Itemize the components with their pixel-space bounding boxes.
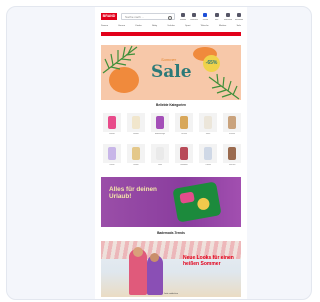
nav-item[interactable]: Wäsche <box>201 25 209 29</box>
search-icon[interactable] <box>167 15 172 20</box>
vacation-banner-text: Alles für deinen Urlaub! <box>109 186 157 201</box>
category-image <box>103 144 121 163</box>
category-image <box>223 144 241 163</box>
cart-label: Warenkorb <box>223 19 232 21</box>
shop-page: BRAND Suche nach ... Filialen Merkzettel… <box>95 7 247 299</box>
category-label: Schuhe <box>228 133 236 135</box>
nav-item[interactable]: Sport <box>185 25 190 29</box>
nav-item[interactable]: Marken <box>219 25 226 29</box>
category-label: Kleider <box>109 133 115 135</box>
category-image <box>151 113 169 132</box>
category-label: Strick <box>205 133 211 135</box>
beachwear-heading: Bademode-Trends <box>157 231 185 235</box>
category-tile[interactable]: Schuhe <box>221 113 241 139</box>
category-label: Taschen <box>228 164 236 166</box>
bag-icon[interactable]: Bestellen <box>235 12 243 24</box>
user-icon[interactable]: Konto <box>201 12 209 24</box>
store-label: Filialen <box>179 19 187 21</box>
palm-leaf-icon <box>208 73 240 100</box>
category-label: Hosen <box>133 164 139 166</box>
bag-label: Bestellen <box>234 19 243 21</box>
category-tile[interactable]: Röcke <box>101 144 121 170</box>
category-image <box>103 113 121 132</box>
search-input[interactable]: Suche nach ... <box>121 13 175 20</box>
category-image <box>151 144 169 163</box>
promo-strip[interactable] <box>101 32 241 36</box>
category-tile[interactable]: Strick <box>197 113 217 139</box>
category-tile[interactable]: Sandalen <box>173 144 193 170</box>
categories-heading: Beliebte Kategorien <box>156 103 186 107</box>
category-tile[interactable]: Kleider <box>101 113 121 139</box>
palm-leaf-icon <box>102 45 138 74</box>
category-tile[interactable]: Blusen <box>125 113 145 139</box>
suitcase-image <box>172 181 222 223</box>
bell-icon[interactable]: Info <box>213 12 221 24</box>
discount-badge: -65% <box>203 55 220 72</box>
bell-label: Info <box>214 19 219 21</box>
category-label: Sandalen <box>180 164 188 166</box>
category-image <box>199 144 217 163</box>
nav-item[interactable]: Schuhe <box>167 25 174 29</box>
site-header: BRAND Suche nach ... Filialen Merkzettel… <box>95 9 247 25</box>
brand-logo[interactable]: BRAND <box>101 13 117 20</box>
main-nav: Damen Herren Kinder Baby Schuhe Sport Wä… <box>101 25 241 29</box>
category-image <box>199 113 217 132</box>
category-label: Badeanzüge <box>154 133 166 135</box>
vacation-banner[interactable]: Alles für deinen Urlaub! <box>101 177 241 227</box>
user-label: Konto <box>202 19 208 21</box>
sale-title: Sale <box>151 62 192 82</box>
cart-icon[interactable]: Warenkorb <box>224 12 232 24</box>
model-image <box>129 247 147 295</box>
nav-item[interactable]: Baby <box>152 25 157 29</box>
beachwear-banner[interactable]: Neue Looks für einen heißen Sommer Jetzt… <box>101 241 241 297</box>
store-icon[interactable]: Filialen <box>179 12 187 24</box>
category-tile[interactable]: Hosen <box>125 144 145 170</box>
nav-item[interactable]: Sale <box>237 25 241 29</box>
nav-item[interactable]: Kinder <box>135 25 141 29</box>
category-label: Blusen <box>133 133 139 135</box>
category-label: T-Shirts <box>204 164 212 166</box>
sale-banner[interactable]: Summer Sale -65% <box>101 45 241 100</box>
category-label: Hüte <box>158 164 162 166</box>
category-image <box>127 113 145 132</box>
beachwear-banner-text: Neue Looks für einen heißen Sommer <box>183 255 234 267</box>
category-tile[interactable]: T-Shirts <box>197 144 217 170</box>
heart-label: Merkzettel <box>190 19 198 21</box>
category-tile[interactable]: Badeanzüge <box>149 113 169 139</box>
category-image <box>127 144 145 163</box>
header-icons: Filialen Merkzettel Konto Info Warenkorb… <box>179 12 243 24</box>
beachwear-caption[interactable]: Jetzt entdecken <box>101 293 241 295</box>
category-tile[interactable]: Jacken <box>173 113 193 139</box>
search-placeholder: Suche nach ... <box>125 15 145 19</box>
category-grid: Kleider Blusen Badeanzüge Jacken Strick Schuh… <box>101 113 241 170</box>
category-image <box>175 113 193 132</box>
category-tile[interactable]: Hüte <box>149 144 169 170</box>
screenshot-card: BRAND Suche nach ... Filialen Merkzettel… <box>6 6 312 300</box>
nav-item[interactable]: Herren <box>118 25 125 29</box>
category-image <box>223 113 241 132</box>
heart-icon[interactable]: Merkzettel <box>190 12 198 24</box>
category-tile[interactable]: Taschen <box>221 144 241 170</box>
category-label: Jacken <box>181 133 187 135</box>
category-label: Röcke <box>109 164 115 166</box>
model-image <box>147 253 163 295</box>
category-image <box>175 144 193 163</box>
nav-item[interactable]: Damen <box>101 25 108 29</box>
